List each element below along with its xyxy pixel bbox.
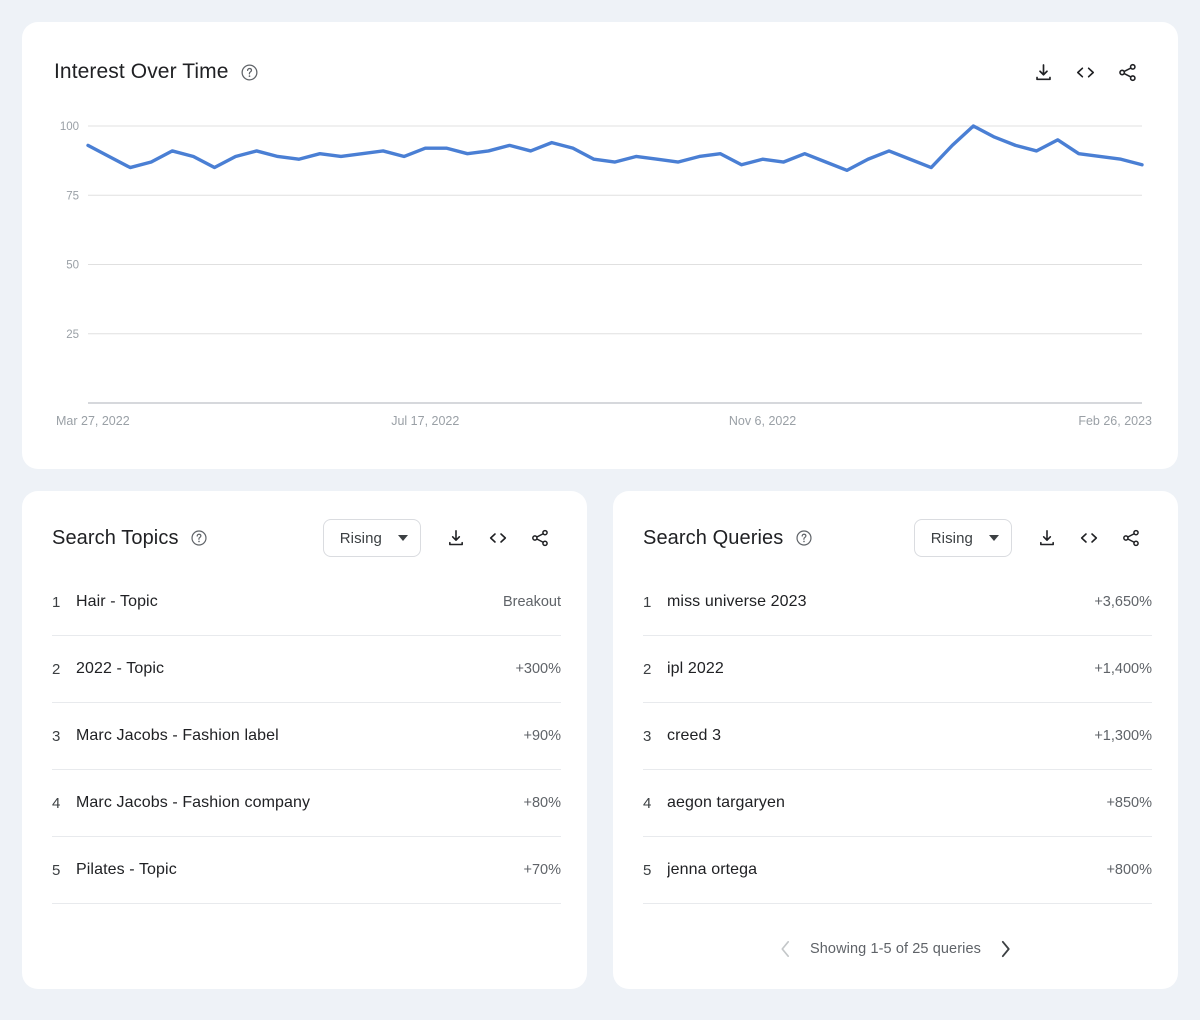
table-row[interactable]: 4 aegon targaryen +850% bbox=[643, 770, 1152, 837]
topics-filter-label: Rising bbox=[339, 529, 382, 547]
share-icon[interactable] bbox=[519, 521, 561, 555]
y-axis-tick-label: 25 bbox=[66, 329, 79, 341]
topics-rank-number: 2 bbox=[52, 660, 61, 678]
topics-item-value: +80% bbox=[523, 795, 562, 811]
queries-item-value: +3,650% bbox=[1094, 594, 1152, 610]
topics-item-value: +300% bbox=[515, 661, 561, 677]
topics-rank-number: 4 bbox=[52, 794, 61, 812]
topics-item-value: +70% bbox=[523, 862, 562, 878]
table-row[interactable]: 2 2022 - Topic +300% bbox=[52, 636, 561, 703]
embed-code-icon[interactable] bbox=[477, 521, 519, 555]
topics-rank-number: 1 bbox=[52, 593, 61, 611]
y-axis-tick-label: 100 bbox=[60, 121, 79, 133]
queries-item-label: jenna ortega bbox=[667, 861, 758, 878]
x-axis-tick-label: Mar 27, 2022 bbox=[56, 414, 130, 428]
queries-item-value: +1,400% bbox=[1094, 661, 1152, 677]
help-circle-icon[interactable] bbox=[794, 529, 813, 548]
share-icon[interactable] bbox=[1106, 55, 1148, 89]
topics-title: Search Topics bbox=[52, 526, 179, 549]
download-icon[interactable] bbox=[435, 521, 477, 555]
download-icon[interactable] bbox=[1022, 55, 1064, 89]
topics-rank-number: 5 bbox=[52, 861, 61, 879]
table-row[interactable]: 1 Hair - Topic Breakout bbox=[52, 569, 561, 636]
queries-item-label: aegon targaryen bbox=[667, 794, 786, 811]
topics-item-label: 2022 - Topic bbox=[76, 660, 165, 677]
topics-item-label: Hair - Topic bbox=[76, 593, 158, 610]
queries-item-value: +850% bbox=[1106, 795, 1152, 811]
chevron-down-icon bbox=[398, 535, 408, 541]
queries-rank-number: 1 bbox=[643, 593, 652, 611]
topics-item-value: +90% bbox=[523, 728, 562, 744]
queries-rank-number: 3 bbox=[643, 727, 652, 745]
topics-item-label: Marc Jacobs - Fashion label bbox=[76, 727, 279, 744]
interest-toolbar bbox=[1022, 55, 1148, 89]
topics-filter-select[interactable]: Rising bbox=[322, 519, 421, 557]
trends-page: Interest Over Time 25 50 75 100 Mar 27, … bbox=[0, 0, 1200, 1020]
table-row[interactable]: 3 creed 3 +1,300% bbox=[643, 703, 1152, 770]
queries-card-header: Search Queries Rising bbox=[613, 491, 1178, 557]
topics-toolbar bbox=[435, 521, 561, 555]
x-axis-tick-label: Nov 6, 2022 bbox=[729, 414, 796, 428]
interest-line-chart[interactable]: 25 50 75 100 Mar 27, 2022 Jul 17, 2022 Nov 6, … bbox=[46, 106, 1154, 441]
embed-code-icon[interactable] bbox=[1068, 521, 1110, 555]
share-icon[interactable] bbox=[1110, 521, 1152, 555]
table-row[interactable]: 3 Marc Jacobs - Fashion label +90% bbox=[52, 703, 561, 770]
queries-filter-label: Rising bbox=[930, 529, 973, 547]
queries-item-value: +1,300% bbox=[1094, 728, 1152, 744]
table-row[interactable]: 1 miss universe 2023 +3,650% bbox=[643, 569, 1152, 636]
queries-rank-number: 2 bbox=[643, 660, 652, 678]
queries-item-label: creed 3 bbox=[667, 727, 722, 744]
interest-card-header: Interest Over Time bbox=[22, 22, 1178, 92]
queries-list: 1 miss universe 2023 +3,650% 2 ipl 2022 +1,40… bbox=[613, 569, 1178, 904]
queries-item-value: +800% bbox=[1106, 862, 1152, 878]
help-circle-icon[interactable] bbox=[190, 529, 209, 548]
topics-rank-number: 3 bbox=[52, 727, 61, 745]
embed-code-icon[interactable] bbox=[1064, 55, 1106, 89]
interest-chart[interactable]: 25 50 75 100 Mar 27, 2022 Jul 17, 2022 Nov 6, … bbox=[22, 106, 1178, 441]
x-axis-tick-label: Feb 26, 2023 bbox=[1078, 414, 1152, 428]
topics-list: 1 Hair - Topic Breakout 2 2022 - Topic +300% 3… bbox=[22, 569, 587, 904]
queries-rank-number: 4 bbox=[643, 794, 652, 812]
chevron-right-icon[interactable] bbox=[995, 936, 1017, 962]
queries-title: Search Queries bbox=[643, 526, 784, 549]
table-row[interactable]: 4 Marc Jacobs - Fashion company +80% bbox=[52, 770, 561, 837]
table-row[interactable]: 5 Pilates - Topic +70% bbox=[52, 837, 561, 904]
interest-over-time-card: Interest Over Time 25 50 75 100 Mar 27, … bbox=[22, 22, 1178, 469]
pagination-status: Showing 1-5 of 25 queries bbox=[810, 941, 981, 957]
search-queries-card: Search Queries Rising 1 miss universe 20… bbox=[613, 491, 1178, 989]
queries-filter-select[interactable]: Rising bbox=[913, 519, 1012, 557]
search-topics-card: Search Topics Rising 1 Hair - Topic Brea… bbox=[22, 491, 587, 989]
table-row[interactable]: 2 ipl 2022 +1,400% bbox=[643, 636, 1152, 703]
chevron-left-icon[interactable] bbox=[774, 936, 796, 962]
y-axis-tick-label: 75 bbox=[66, 190, 79, 202]
download-icon[interactable] bbox=[1026, 521, 1068, 555]
table-row[interactable]: 5 jenna ortega +800% bbox=[643, 837, 1152, 904]
chevron-down-icon bbox=[989, 535, 999, 541]
topics-item-label: Pilates - Topic bbox=[76, 861, 177, 878]
topics-item-label: Marc Jacobs - Fashion company bbox=[76, 794, 311, 811]
queries-rank-number: 5 bbox=[643, 861, 652, 879]
page-title: Interest Over Time bbox=[54, 60, 229, 83]
queries-item-label: ipl 2022 bbox=[667, 660, 724, 677]
y-axis-tick-label: 50 bbox=[66, 260, 79, 272]
widgets-row: Search Topics Rising 1 Hair - Topic Brea… bbox=[22, 491, 1178, 989]
topics-card-header: Search Topics Rising bbox=[22, 491, 587, 557]
help-circle-icon[interactable] bbox=[240, 63, 259, 82]
queries-toolbar bbox=[1026, 521, 1152, 555]
queries-pagination: Showing 1-5 of 25 queries bbox=[613, 936, 1178, 962]
topics-item-value: Breakout bbox=[502, 594, 561, 610]
x-axis-tick-label: Jul 17, 2022 bbox=[391, 414, 459, 428]
chart-line-series bbox=[86, 124, 1144, 173]
queries-item-label: miss universe 2023 bbox=[667, 593, 807, 610]
